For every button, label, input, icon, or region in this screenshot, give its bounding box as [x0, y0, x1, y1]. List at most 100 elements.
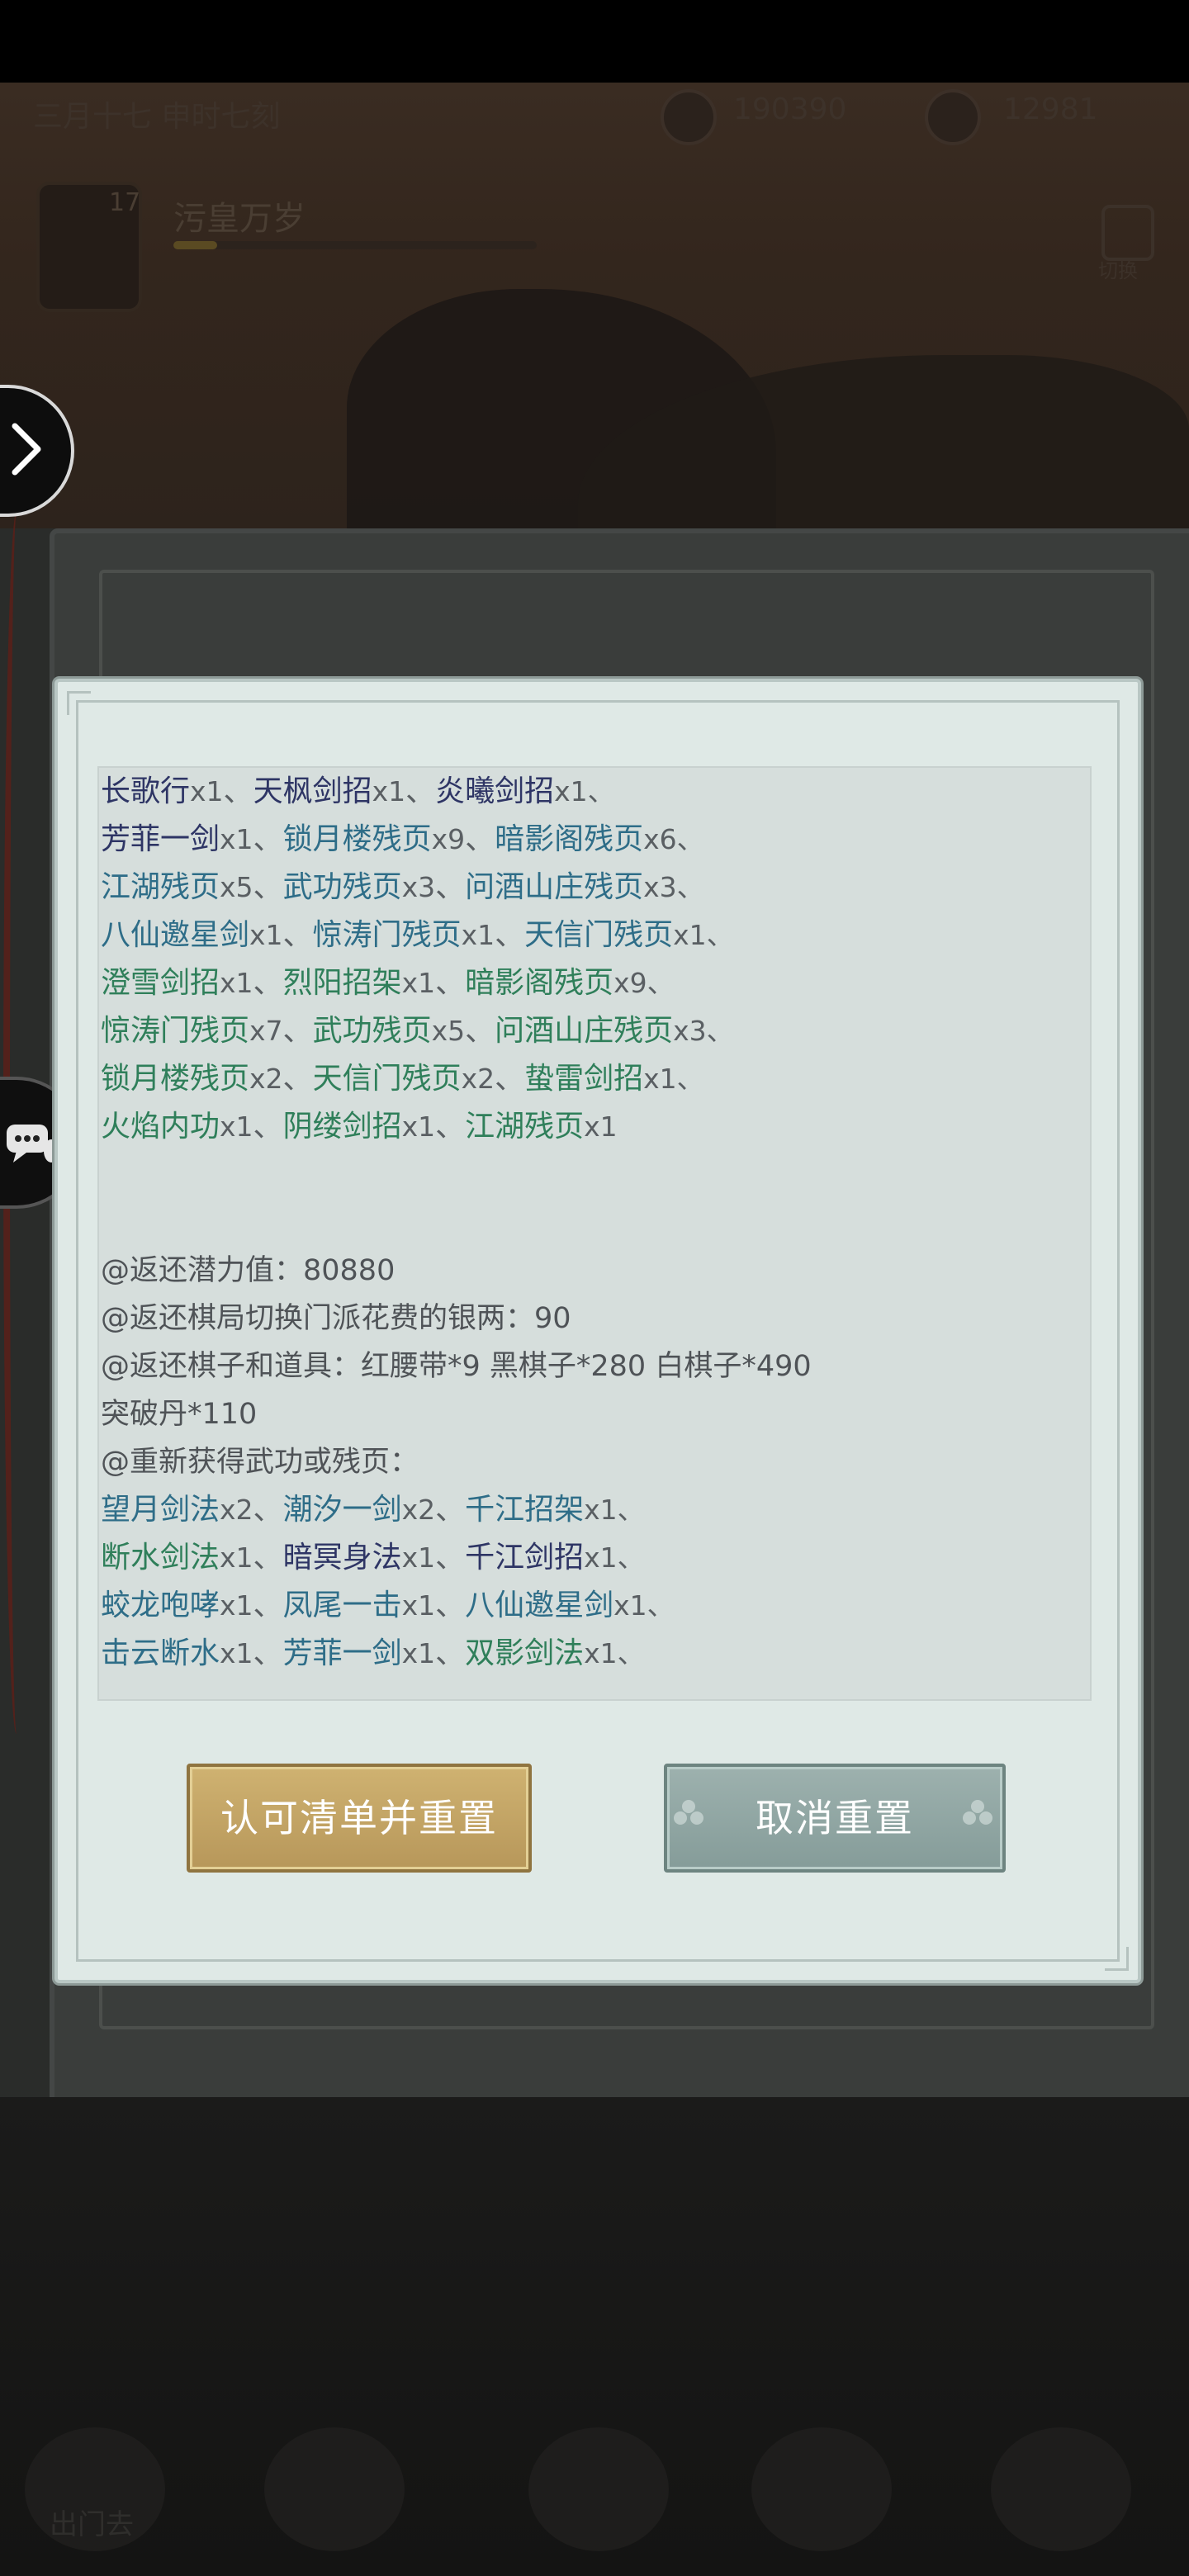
- item-quantity: x1、: [584, 1541, 645, 1574]
- refund-silver-text: @返还棋局切换门派花费的银两：90: [101, 1302, 571, 1335]
- item-name: 芳菲一剑: [101, 822, 220, 856]
- item-quantity: x1: [220, 1541, 253, 1574]
- list-item: 望月剑法x2、潮汐一剑x2、千江招架x1、: [101, 1493, 645, 1527]
- item-quantity: x1: [220, 1110, 253, 1143]
- item-name: 望月剑法: [101, 1493, 220, 1527]
- refund-items-text-cont: 突破丹*110: [101, 1398, 258, 1431]
- item-quantity: x1: [584, 1110, 618, 1143]
- list-item: 八仙邀星剑x1、惊涛门残页x1、天信门残页x1、: [101, 918, 734, 952]
- list-item: 长歌行x1、天枫剑招x1、炎曦剑招x1、: [101, 774, 615, 808]
- refund-potential-text: @返还潜力值：80880: [101, 1254, 396, 1287]
- list-item: 锁月楼残页x2、天信门残页x2、蛰雷剑招x1、: [101, 1062, 704, 1096]
- list-item: 澄雪剑招x1、烈阳招架x1、暗影阁残页x9、: [101, 966, 675, 1000]
- silver-coin-icon: [661, 89, 717, 145]
- scene-background: [0, 83, 1189, 603]
- system-status-bar: [0, 0, 1189, 83]
- refund-items-text: @返还棋子和道具：红腰带*9 黑棋子*280 白棋子*490: [101, 1350, 812, 1383]
- item-name: 锁月楼残页: [282, 822, 432, 856]
- regain-header-text: @重新获得武功或残页：: [101, 1446, 419, 1479]
- item-quantity: x2: [249, 1063, 283, 1095]
- nav-item[interactable]: [528, 2427, 669, 2551]
- item-quantity: x9: [431, 823, 466, 855]
- item-name: 火焰内功: [101, 1110, 220, 1144]
- item-quantity: x1: [401, 1589, 436, 1622]
- xp-bar: [173, 241, 537, 249]
- item-quantity: x1: [190, 775, 224, 807]
- item-name: 烈阳招架: [282, 966, 402, 1000]
- item-quantity: x1: [220, 1637, 253, 1669]
- item-quantity: x1: [401, 1637, 436, 1669]
- nav-item[interactable]: [991, 2427, 1131, 2551]
- nav-go-out-label: 出门去: [50, 2508, 134, 2541]
- item-name: 断水剑法: [101, 1541, 220, 1574]
- xp-bar-fill: [173, 241, 217, 249]
- list-item: 惊涛门残页x7、武功残页x5、问酒山庄残页x3、: [101, 1014, 734, 1048]
- item-quantity: x1: [401, 1541, 436, 1574]
- item-name: 天信门残页: [524, 918, 674, 952]
- item-quantity: x2: [461, 1063, 495, 1095]
- item-name: 千江招架: [465, 1493, 585, 1527]
- list-item: 江湖残页x5、武功残页x3、问酒山庄残页x3、: [101, 870, 704, 904]
- item-name: 天枫剑招: [253, 774, 372, 808]
- switch-label: 切换: [1098, 259, 1138, 282]
- item-quantity: x1: [249, 919, 283, 951]
- item-name: 蛟龙咆哮: [101, 1589, 220, 1622]
- item-name: 问酒山庄残页: [465, 870, 644, 904]
- confirm-reset-button[interactable]: 认可清单并重置: [187, 1764, 532, 1873]
- chat-bubble-icon: [7, 1125, 59, 1163]
- item-name: 惊涛门残页: [101, 1014, 250, 1048]
- item-name: 潮汐一剑: [282, 1493, 402, 1527]
- item-quantity: x1: [372, 775, 406, 807]
- item-name: 炎曦剑招: [435, 774, 555, 808]
- item-name: 天信门残页: [312, 1062, 462, 1096]
- item-quantity: x3、: [643, 871, 704, 903]
- item-name: 双影剑法: [465, 1636, 585, 1670]
- list-item: 芳菲一剑x1、锁月楼残页x9、暗影阁残页x6、: [101, 822, 704, 856]
- item-name: 八仙邀星剑: [101, 918, 250, 952]
- list-item: 火焰内功x1、阴缕剑招x1、江湖残页x1: [101, 1110, 618, 1144]
- jade-amount: 12981: [1003, 92, 1098, 126]
- item-name: 八仙邀星剑: [465, 1589, 614, 1622]
- item-quantity: x7: [249, 1015, 283, 1047]
- item-quantity: x6、: [643, 823, 704, 855]
- reset-list-panel[interactable]: 长歌行x1、天枫剑招x1、炎曦剑招x1、 芳菲一剑x1、锁月楼残页x9、暗影阁残页…: [97, 766, 1092, 1701]
- item-quantity: x1、: [613, 1589, 675, 1622]
- item-quantity: x9、: [613, 967, 675, 999]
- item-quantity: x1: [220, 823, 253, 855]
- item-name: 暗影阁残页: [465, 966, 614, 1000]
- item-quantity: x5: [431, 1015, 466, 1047]
- item-name: 阴缕剑招: [282, 1110, 402, 1144]
- item-quantity: x3: [401, 871, 436, 903]
- item-name: 蛰雷剑招: [524, 1062, 644, 1096]
- item-name: 凤尾一击: [282, 1589, 402, 1622]
- item-name: 千江剑招: [465, 1541, 585, 1574]
- item-name: 暗影阁残页: [495, 822, 644, 856]
- item-name: 江湖残页: [465, 1110, 585, 1144]
- item-quantity: x1: [401, 1110, 436, 1143]
- item-name: 暗冥身法: [282, 1541, 402, 1574]
- item-quantity: x1、: [643, 1063, 704, 1095]
- item-name: 问酒山庄残页: [495, 1014, 674, 1048]
- item-quantity: x3、: [673, 1015, 734, 1047]
- item-name: 芳菲一剑: [282, 1636, 402, 1670]
- item-name: 惊涛门残页: [312, 918, 462, 952]
- switch-icon[interactable]: [1101, 205, 1154, 261]
- cancel-reset-button[interactable]: 取消重置: [664, 1764, 1006, 1873]
- item-name: 武功残页: [312, 1014, 432, 1048]
- list-item: 蛟龙咆哮x1、凤尾一击x1、八仙邀星剑x1、: [101, 1589, 675, 1622]
- item-quantity: x1: [401, 967, 436, 999]
- nav-item[interactable]: [751, 2427, 892, 2551]
- item-name: 江湖残页: [101, 870, 220, 904]
- item-quantity: x1: [220, 1589, 253, 1622]
- jade-icon: [925, 89, 981, 145]
- list-item: 断水剑法x1、暗冥身法x1、千江剑招x1、: [101, 1541, 645, 1574]
- flower-ornament-icon: [674, 1800, 703, 1825]
- item-name: 长歌行: [101, 774, 191, 808]
- list-item: 击云断水x1、芳菲一剑x1、双影剑法x1、: [101, 1636, 645, 1670]
- item-name: 武功残页: [282, 870, 402, 904]
- item-name: 击云断水: [101, 1636, 220, 1670]
- player-name: 污皇万岁: [173, 200, 306, 238]
- item-quantity: x1、: [584, 1637, 645, 1669]
- nav-item[interactable]: [264, 2427, 405, 2551]
